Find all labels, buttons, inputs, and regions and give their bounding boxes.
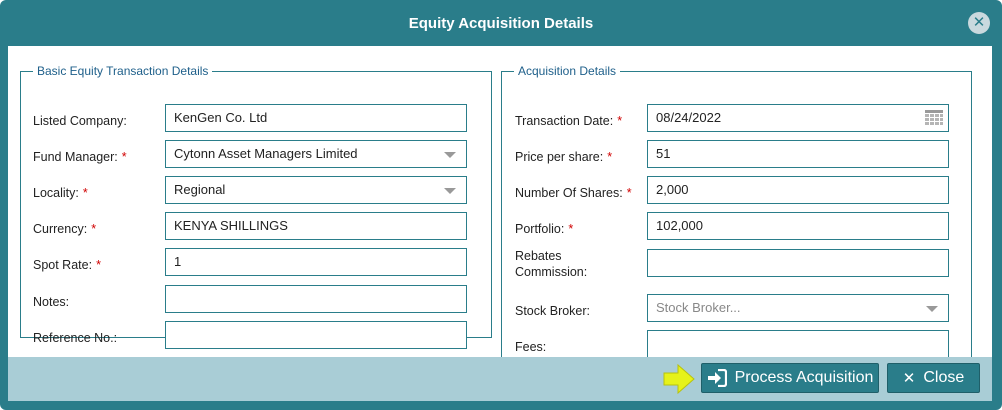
price-per-share-label: Price per share: * — [515, 150, 613, 164]
fund-manager-label: Fund Manager: * — [33, 150, 127, 164]
required-marker: * — [607, 150, 613, 164]
listed-company-input[interactable]: KenGen Co. Ltd — [165, 104, 467, 132]
stock-broker-label: Stock Broker: — [515, 304, 591, 318]
fund-manager-select[interactable]: Cytonn Asset Managers Limited — [165, 140, 467, 168]
dialog-title: Equity Acquisition Details — [408, 14, 594, 32]
close-label: Close — [923, 369, 965, 386]
notes-input[interactable] — [165, 285, 467, 313]
transaction-date-label: Transaction Date: * — [515, 114, 623, 128]
required-marker: * — [96, 258, 101, 272]
listed-company-label: Listed Company: — [33, 114, 127, 128]
dialog-footer: Process Acquisition ✕ Close — [8, 357, 992, 401]
process-acquisition-button[interactable]: Process Acquisition — [701, 363, 879, 393]
dialog-body: Basic Equity Transaction Details Listed … — [8, 46, 992, 357]
equity-acquisition-dialog: Equity Acquisition Details ✕ Basic Equit… — [0, 0, 1002, 410]
chevron-down-icon — [926, 306, 938, 312]
basic-details-legend: Basic Equity Transaction Details — [37, 64, 209, 78]
required-marker: * — [82, 186, 88, 200]
acquisition-details-fieldset: Acquisition Details Transaction Date: * 0… — [501, 64, 972, 357]
rebates-commission-label: Rebates Commission: — [515, 249, 588, 279]
fees-label: Fees: — [515, 340, 547, 354]
required-marker: * — [121, 150, 127, 164]
portfolio-input[interactable]: 102,000 — [647, 212, 949, 240]
locality-label: Locality: * — [33, 186, 88, 200]
fees-input[interactable] — [647, 330, 949, 357]
required-marker: * — [91, 222, 97, 236]
reference-no-label: Reference No.: — [33, 331, 118, 345]
sign-in-icon — [707, 369, 727, 387]
portfolio-label: Portfolio: * — [515, 222, 574, 236]
required-marker: * — [626, 186, 632, 200]
process-acquisition-label: Process Acquisition — [734, 369, 874, 386]
notes-label: Notes: — [33, 295, 70, 309]
acquisition-details-legend: Acquisition Details — [518, 64, 617, 78]
chevron-down-icon — [444, 188, 456, 194]
dialog-titlebar: Equity Acquisition Details ✕ — [0, 0, 1002, 46]
dialog-close-icon[interactable]: ✕ — [968, 12, 990, 34]
price-per-share-input[interactable]: 51 — [647, 140, 949, 168]
required-marker: * — [617, 114, 623, 128]
spot-rate-label: Spot Rate: * — [33, 258, 101, 272]
currency-label: Currency: * — [33, 222, 97, 236]
arrow-pointer-icon — [663, 363, 695, 395]
close-icon: ✕ — [902, 370, 916, 387]
number-of-shares-input[interactable]: 2,000 — [647, 176, 949, 204]
currency-input[interactable]: KENYA SHILLINGS — [165, 212, 467, 240]
locality-select[interactable]: Regional — [165, 176, 467, 204]
close-button[interactable]: ✕ Close — [887, 363, 980, 393]
basic-details-fieldset: Basic Equity Transaction Details Listed … — [20, 64, 492, 349]
stock-broker-select[interactable]: Stock Broker... — [647, 294, 949, 322]
calendar-icon[interactable] — [925, 110, 943, 126]
number-of-shares-label: Number Of Shares: * — [515, 186, 632, 200]
required-marker: * — [568, 222, 574, 236]
chevron-down-icon — [444, 152, 456, 158]
reference-no-input[interactable] — [165, 321, 467, 349]
spot-rate-input[interactable]: 1 — [165, 248, 467, 276]
transaction-date-input[interactable]: 08/24/2022 — [647, 104, 949, 132]
rebates-commission-input[interactable] — [647, 249, 949, 277]
